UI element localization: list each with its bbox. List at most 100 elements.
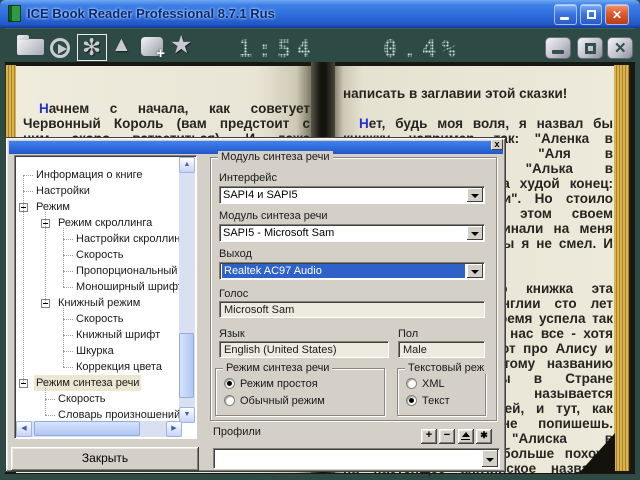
settings-dialog: x Информация о книгеНастройкиРежимРежим … [5,137,506,472]
synthesis-mode-group: Режим синтеза речи Режим простоя Обычный… [215,368,385,416]
toolbar-minimize-button[interactable] [545,37,571,59]
dropdown-button[interactable] [467,264,483,278]
tree-line [63,287,73,288]
tree-rows: Информация о книгеНастройкиРежимРежим ск… [16,157,181,423]
radio-icon [406,378,417,389]
tree-item-моноширный-шрифт[interactable]: Моноширный шрифт [16,279,181,295]
save-profile-button[interactable] [458,429,474,444]
group-title: Модуль синтеза речи [218,151,333,163]
tree-line [23,175,33,176]
tree-item-label: Книжный режим [56,295,142,311]
radio-normal-mode[interactable]: Обычный режим [224,395,325,409]
tree-item-label: Коррекция цвета [74,359,164,375]
chevron-down-icon [471,270,479,274]
close-dialog-button[interactable]: Закрыть [11,447,199,471]
tree-item-настройки-скроллин[interactable]: Настройки скроллин [16,231,181,247]
tree-item-label: Настройки скроллин [74,231,181,247]
tree-line [63,228,64,287]
tree-item-настройки[interactable]: Настройки [16,183,181,199]
tree-item-пропорциональный-ш[interactable]: Пропорциональный ш [16,263,181,279]
tree-line [45,399,55,400]
close-button[interactable]: ✕ [605,4,629,25]
tree-line [63,367,73,368]
scroll-up-button[interactable]: ▲ [179,157,195,173]
save-icon-line [461,439,470,440]
scroll-left-button[interactable]: ◀ [16,421,32,437]
text-mode-group: Текстовый реж XML Текст [397,368,486,416]
save-icon [462,432,470,437]
module-select[interactable]: SAPI5 - Microsoft Sam [219,224,485,242]
radio-xml[interactable]: XML [406,378,445,392]
dropdown-button[interactable] [467,188,483,202]
add-book-icon[interactable] [141,37,163,56]
gender-label: Пол [398,328,418,340]
language-field: English (United States) [219,341,389,358]
tree-line [63,239,73,240]
output-value: Realtek AC97 Audio [222,264,465,278]
maximize-button[interactable] [580,4,602,25]
tree-item-label: Скорость [74,311,126,327]
tree-item-книжный-шрифт[interactable]: Книжный шрифт [16,327,181,343]
scroll-thumb[interactable] [179,333,194,398]
add-profile-button[interactable]: + [421,429,437,444]
main-toolbar: ✻ ▲ ★ 1:54 0.4% ✕ [5,28,635,62]
dropdown-button[interactable] [467,226,483,240]
tree-item-коррекция-цвета[interactable]: Коррекция цвета [16,359,181,375]
scroll-thumb[interactable] [34,421,140,436]
tree-horizontal-scrollbar[interactable]: ◀ ▶ [16,421,182,437]
group-title: Режим синтеза речи [223,362,332,374]
dropdown-button[interactable] [482,450,498,467]
app-icon [8,5,21,22]
minimize-button[interactable] [554,4,577,25]
lcd-time-display: 1:54 [238,35,316,63]
window-title: ICE Book Reader Professional 8.7.1 Rus [27,6,275,21]
toolbar-restore-button[interactable] [577,37,603,59]
title-bar: ICE Book Reader Professional 8.7.1 Rus ✕ [0,0,640,28]
app-window: ICE Book Reader Professional 8.7.1 Rus ✕… [0,0,640,480]
scroll-right-button[interactable]: ▶ [166,421,182,437]
voice-field: Microsoft Sam [219,301,485,318]
output-select[interactable]: Realtek AC97 Audio [219,262,485,280]
tree-item-режим-синтеза-речи[interactable]: Режим синтеза речи [16,375,181,391]
tree-item-label: Моноширный шрифт [74,279,181,295]
tree-line [63,271,73,272]
chevron-down-icon [486,458,494,462]
gender-field: Male [398,341,485,358]
tree-item-label: Пропорциональный ш [74,263,181,279]
tree-item-книжный-режим[interactable]: Книжный режим [16,295,181,311]
tree-item-информация-о-книге[interactable]: Информация о книге [16,167,181,183]
tree-item-шкурка[interactable]: Шкурка [16,343,181,359]
radio-text[interactable]: Текст [406,395,450,409]
remove-profile-button[interactable]: − [439,429,455,444]
toolbar-close-button[interactable]: ✕ [607,37,633,59]
page-edge-right [614,65,631,471]
tree-item-label: Шкурка [74,343,116,359]
profiles-select[interactable] [213,448,500,469]
tree-item-скорость[interactable]: Скорость [16,311,181,327]
tree-item-режим-скроллинга[interactable]: Режим скроллинга [16,215,181,231]
profile-options-button[interactable]: ✱ [476,429,492,444]
dialog-close-button[interactable]: x [491,139,503,150]
tree-vertical-scrollbar[interactable]: ▲ ▼ [179,157,195,423]
radio-icon [406,395,417,406]
tree-item-скорость[interactable]: Скорость [16,247,181,263]
tree-line [45,415,55,416]
book-text-line: написать в заглавии этой сказки! [343,86,613,101]
tree-item-режим[interactable]: Режим [16,199,181,215]
radio-idle-mode[interactable]: Режим простоя [224,378,318,392]
module-label: Модуль синтеза речи [219,210,328,222]
tree-line [63,308,64,367]
open-folder-icon[interactable] [17,39,44,55]
interface-label: Интерфейс [219,172,277,184]
page-corner-fold [579,433,615,473]
tree-line [63,255,73,256]
tree-item-label: Настройки [34,183,92,199]
play-icon[interactable] [50,38,70,58]
eject-triangle-icon[interactable]: ▲ [111,33,132,57]
tree-item-label: Режим скроллинга [56,215,154,231]
group-title: Текстовый реж [405,362,487,374]
settings-button-active[interactable]: ✻ [77,34,107,61]
tree-item-скорость[interactable]: Скорость [16,391,181,407]
favorites-star-icon[interactable]: ★ [170,30,192,60]
interface-select[interactable]: SAPI4 и SAPI5 [219,186,485,204]
